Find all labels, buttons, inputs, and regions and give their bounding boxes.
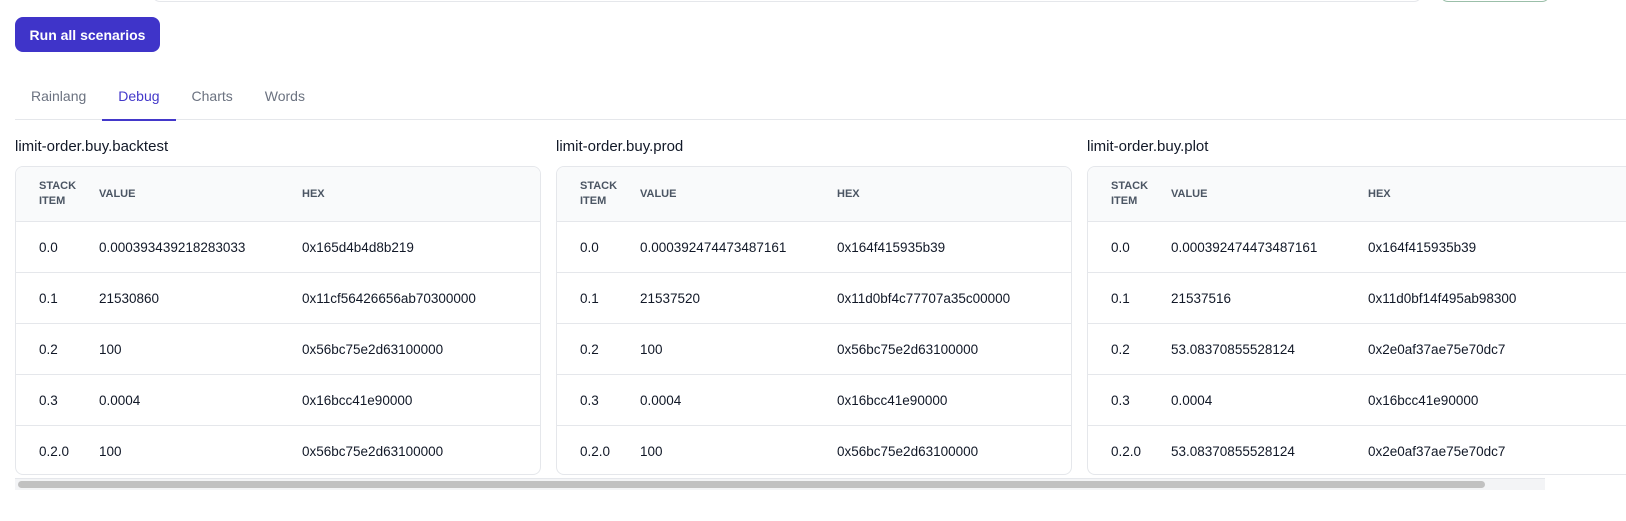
cell-hex: 0x11d0bf4c77707a35c00000 xyxy=(837,290,1011,306)
cell-value: 0.000392474473487161 xyxy=(1171,239,1318,255)
header-stack-item: STACK ITEM xyxy=(580,180,618,207)
header-stack-item: STACK ITEM xyxy=(1111,180,1149,207)
cell-stack: 0.0 xyxy=(1111,239,1130,255)
cell-value: 100 xyxy=(99,341,122,357)
cell-hex: 0x165d4b4d8b219 xyxy=(302,239,414,255)
cell-value: 0.0004 xyxy=(99,392,141,408)
table-header: STACK ITEM VALUE HEX xyxy=(557,167,1071,221)
table-row: 0.2 100 0x56bc75e2d63100000 xyxy=(557,323,1071,374)
cell-value: 0.0004 xyxy=(640,392,682,408)
table-row: 0.0 0.000392474473487161 0x164f415935b39 xyxy=(557,221,1071,272)
cell-hex: 0x56bc75e2d63100000 xyxy=(302,341,444,357)
table-row: 0.3 0.0004 0x16bcc41e90000 xyxy=(16,374,540,425)
table-row: 0.3 0.0004 0x16bcc41e90000 xyxy=(557,374,1071,425)
cell-stack: 0.1 xyxy=(1111,290,1130,306)
cell-stack: 0.2.0 xyxy=(1111,443,1142,459)
cell-hex: 0x11cf56426656ab70300000 xyxy=(302,290,476,306)
panel-title: limit-order.buy.backtest xyxy=(15,138,169,155)
cell-stack: 0.3 xyxy=(580,392,599,408)
tab-rainlang[interactable]: Rainlang xyxy=(15,72,102,120)
cell-hex: 0x16bcc41e90000 xyxy=(1368,392,1479,408)
cell-hex: 0x164f415935b39 xyxy=(1368,239,1477,255)
cell-hex: 0x164f415935b39 xyxy=(837,239,946,255)
header-hex: HEX xyxy=(1368,188,1391,200)
header-hex: HEX xyxy=(302,188,325,200)
cell-stack: 0.3 xyxy=(1111,392,1130,408)
header-hex: HEX xyxy=(837,188,860,200)
stack-table: STACK ITEM VALUE HEX 0.0 0.00039247447348… xyxy=(556,166,1072,475)
cell-stack: 0.0 xyxy=(580,239,599,255)
table-header: STACK ITEM VALUE HEX xyxy=(1088,167,1626,221)
table-row: 0.1 21537520 0x11d0bf4c77707a35c00000 xyxy=(557,272,1071,323)
stack-table: STACK ITEM VALUE HEX 0.0 0.00039247447348… xyxy=(1087,166,1626,475)
cell-stack: 0.1 xyxy=(39,290,58,306)
panel-title: limit-order.buy.prod xyxy=(556,138,684,155)
cell-value: 0.000393439218283033 xyxy=(99,239,246,255)
cell-hex: 0x56bc75e2d63100000 xyxy=(837,443,979,459)
cell-value: 53.08370855528124 xyxy=(1171,341,1295,357)
cell-value: 100 xyxy=(640,443,663,459)
cell-hex: 0x11d0bf14f495ab98300 xyxy=(1368,290,1517,306)
debug-panel-backtest: limit-order.buy.backtest STACK ITEM VALU… xyxy=(15,138,541,475)
cell-stack: 0.2.0 xyxy=(39,443,70,459)
panel-title: limit-order.buy.plot xyxy=(1087,138,1209,155)
top-right-button[interactable] xyxy=(1440,0,1550,2)
cell-hex: 0x56bc75e2d63100000 xyxy=(837,341,979,357)
scrollbar-thumb[interactable] xyxy=(18,481,1485,488)
debug-panel-prod: limit-order.buy.prod STACK ITEM VALUE HE… xyxy=(556,138,1072,475)
cell-value: 21530860 xyxy=(99,290,160,306)
cell-value: 0.0004 xyxy=(1171,392,1213,408)
table-row: 0.0 0.000393439218283033 0x165d4b4d8b219 xyxy=(16,221,540,272)
scenario-input[interactable] xyxy=(152,0,1422,2)
tab-debug[interactable]: Debug xyxy=(102,72,176,121)
cell-stack: 0.2.0 xyxy=(580,443,611,459)
cell-hex: 0x2e0af37ae75e70dc7 xyxy=(1368,341,1506,357)
cell-stack: 0.2 xyxy=(1111,341,1130,357)
cell-stack: 0.2 xyxy=(580,341,599,357)
cell-value: 53.08370855528124 xyxy=(1171,443,1295,459)
cell-value: 0.000392474473487161 xyxy=(640,239,787,255)
table-row: 0.1 21530860 0x11cf56426656ab70300000 xyxy=(16,272,540,323)
header-value: VALUE xyxy=(640,188,677,200)
header-value: VALUE xyxy=(1171,188,1208,200)
table-row: 0.2.0 53.08370855528124 0x2e0af37ae75e70dc… xyxy=(1088,425,1626,474)
cell-stack: 0.2 xyxy=(39,341,58,357)
table-row: 0.0 0.000392474473487161 0x164f415935b39 xyxy=(1088,221,1626,272)
table-row: 0.2.0 100 0x56bc75e2d63100000 xyxy=(16,425,540,474)
cell-hex: 0x56bc75e2d63100000 xyxy=(302,443,444,459)
table-row: 0.1 21537516 0x11d0bf14f495ab98300 xyxy=(1088,272,1626,323)
header-stack-item: STACK ITEM xyxy=(39,180,77,207)
cell-value: 100 xyxy=(640,341,663,357)
cell-value: 21537520 xyxy=(640,290,701,306)
cell-stack: 0.0 xyxy=(39,239,58,255)
cell-hex: 0x16bcc41e90000 xyxy=(302,392,413,408)
run-all-scenarios-button[interactable]: Run all scenarios xyxy=(15,17,160,52)
debug-panel-plot: limit-order.buy.plot STACK ITEM VALUE HE… xyxy=(1087,138,1626,475)
table-row: 0.2 53.08370855528124 0x2e0af37ae75e70dc7 xyxy=(1088,323,1626,374)
table-row: 0.2.0 100 0x56bc75e2d63100000 xyxy=(557,425,1071,474)
cell-stack: 0.3 xyxy=(39,392,58,408)
tab-words[interactable]: Words xyxy=(249,72,321,120)
cell-hex: 0x2e0af37ae75e70dc7 xyxy=(1368,443,1506,459)
cell-value: 21537516 xyxy=(1171,290,1232,306)
tab-charts[interactable]: Charts xyxy=(176,72,249,120)
cell-stack: 0.1 xyxy=(580,290,599,306)
table-row: 0.2 100 0x56bc75e2d63100000 xyxy=(16,323,540,374)
table-header: STACK ITEM VALUE HEX xyxy=(16,167,540,221)
horizontal-scrollbar[interactable] xyxy=(15,478,1545,490)
cell-value: 100 xyxy=(99,443,122,459)
header-value: VALUE xyxy=(99,188,136,200)
stack-table: STACK ITEM VALUE HEX 0.0 0.00039343921828… xyxy=(15,166,541,475)
tab-bar: Rainlang Debug Charts Words xyxy=(15,72,1626,121)
table-row: 0.3 0.0004 0x16bcc41e90000 xyxy=(1088,374,1626,425)
cell-hex: 0x16bcc41e90000 xyxy=(837,392,948,408)
